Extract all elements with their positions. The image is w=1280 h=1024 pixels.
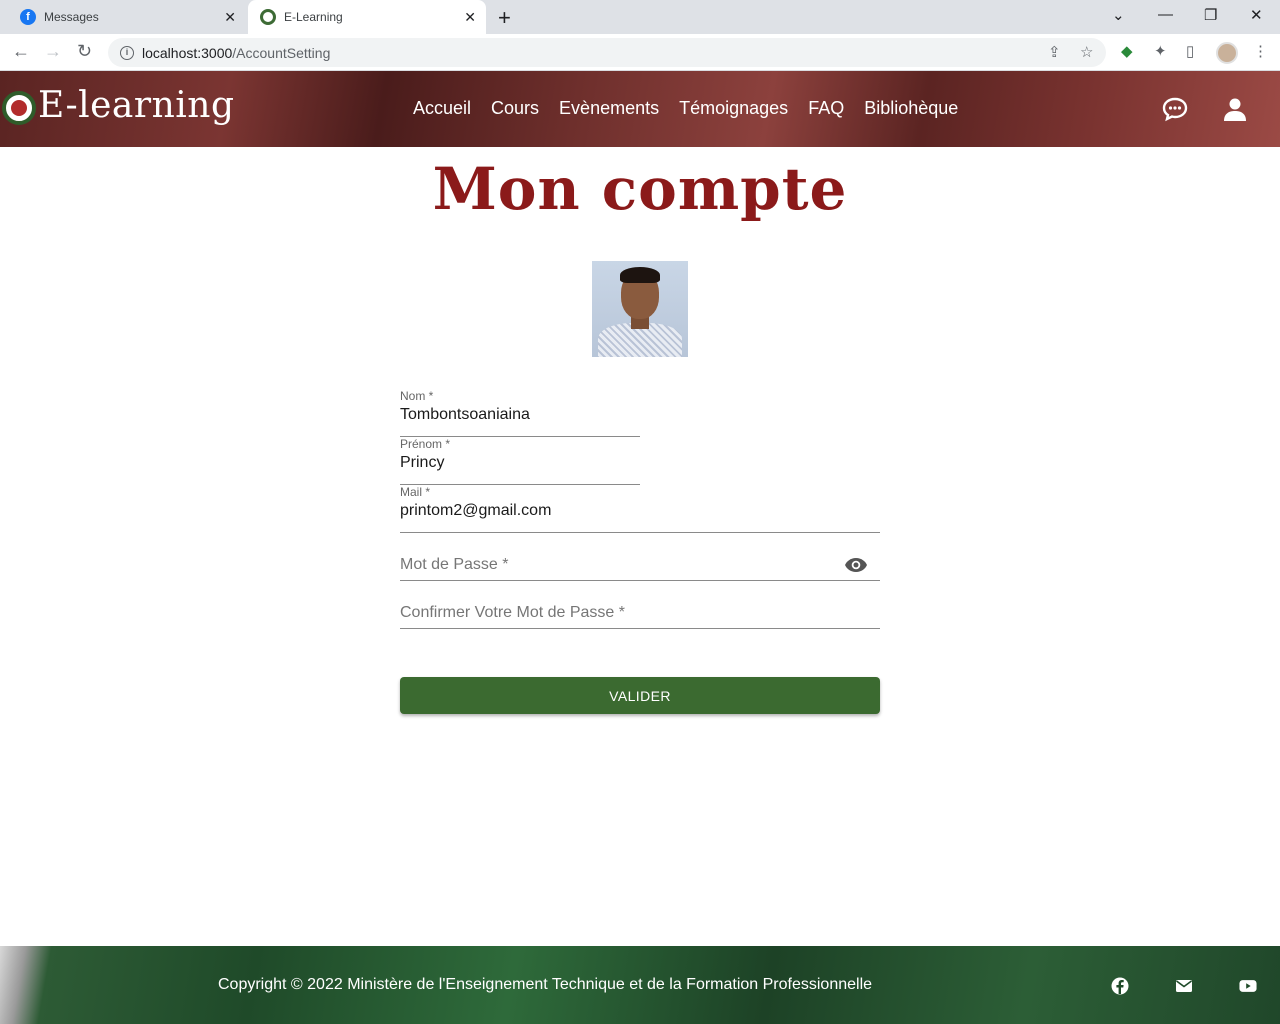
- close-icon[interactable]: ✕: [464, 9, 476, 26]
- nav-temoignages[interactable]: Témoignages: [679, 98, 788, 119]
- facebook-icon[interactable]: [1111, 977, 1129, 995]
- close-window-icon[interactable]: ✕: [1250, 6, 1263, 24]
- mail-value[interactable]: printom2@gmail.com: [400, 502, 880, 520]
- browser-tab-bar: f Messages ✕ E-Learning ✕ + ⌄ — ❐ ✕: [0, 0, 1280, 34]
- sidepanel-icon[interactable]: ▯: [1186, 42, 1194, 60]
- profile-avatar[interactable]: [1216, 42, 1238, 64]
- menu-icon[interactable]: ⋮: [1253, 42, 1268, 60]
- eye-icon[interactable]: [844, 557, 868, 573]
- star-icon[interactable]: ☆: [1080, 43, 1093, 61]
- browser-tab-elearning[interactable]: E-Learning ✕: [248, 0, 486, 34]
- restore-icon[interactable]: ❐: [1204, 6, 1217, 24]
- facebook-icon: f: [20, 9, 36, 25]
- info-icon[interactable]: i: [120, 45, 134, 60]
- nom-field[interactable]: Nom * Tombontsoaniaina: [400, 389, 640, 437]
- nav-accueil[interactable]: Accueil: [413, 98, 471, 119]
- nav-bibliotheque[interactable]: Bibliohèque: [864, 98, 958, 119]
- main-nav: Accueil Cours Evènements Témoignages FAQ…: [413, 98, 978, 119]
- prenom-label: Prénom *: [400, 437, 451, 451]
- prenom-value[interactable]: Princy: [400, 454, 640, 472]
- page-title: Mon compte: [432, 155, 848, 223]
- tab-title: E-Learning: [284, 10, 343, 24]
- logo-text[interactable]: E-learning: [38, 85, 235, 126]
- copyright-text: Copyright © 2022 Ministère de l'Enseigne…: [218, 976, 873, 993]
- mail-label: Mail *: [400, 485, 431, 499]
- close-icon[interactable]: ✕: [224, 9, 236, 26]
- nav-faq[interactable]: FAQ: [808, 98, 844, 119]
- profile-photo[interactable]: [592, 261, 688, 357]
- url-host: localhost:3000: [142, 44, 233, 61]
- logo-icon[interactable]: [2, 91, 36, 125]
- forward-icon[interactable]: →: [44, 41, 62, 62]
- back-icon[interactable]: ←: [12, 41, 30, 62]
- chevron-down-icon[interactable]: ⌄: [1112, 6, 1125, 24]
- new-tab-icon[interactable]: +: [498, 5, 511, 31]
- confirm-password-underline: [400, 628, 880, 629]
- chat-icon[interactable]: [1161, 95, 1189, 123]
- user-icon[interactable]: [1221, 95, 1249, 123]
- site-footer: Copyright © 2022 Ministère de l'Enseigne…: [0, 946, 1280, 1024]
- reload-icon[interactable]: ↻: [77, 41, 92, 62]
- nom-value[interactable]: Tombontsoaniaina: [400, 406, 640, 424]
- password-field[interactable]: Mot de Passe *: [400, 556, 509, 574]
- nav-evenements[interactable]: Evènements: [559, 98, 659, 119]
- url-path: /AccountSetting: [232, 44, 331, 61]
- site-header: E-learning Accueil Cours Evènements Témo…: [0, 71, 1280, 147]
- password-underline: [400, 580, 880, 581]
- browser-tab-messages[interactable]: f Messages ✕: [8, 0, 246, 34]
- browser-address-bar: ← → ↻ i localhost:3000/AccountSetting ⇪ …: [0, 34, 1280, 71]
- mail-icon[interactable]: [1175, 977, 1193, 995]
- tab-title: Messages: [44, 10, 99, 24]
- url-input[interactable]: i localhost:3000/AccountSetting ⇪ ☆: [108, 38, 1106, 67]
- mail-field[interactable]: Mail * printom2@gmail.com: [400, 485, 880, 533]
- confirm-password-field[interactable]: Confirmer Votre Mot de Passe *: [400, 604, 625, 622]
- elearning-logo-icon: [260, 9, 276, 25]
- submit-button[interactable]: VALIDER: [400, 677, 880, 714]
- prenom-field[interactable]: Prénom * Princy: [400, 437, 640, 485]
- nom-label: Nom *: [400, 389, 434, 403]
- puzzle-icon[interactable]: ✦: [1154, 42, 1167, 60]
- nav-cours[interactable]: Cours: [491, 98, 539, 119]
- extension-icon[interactable]: ◆: [1121, 42, 1133, 60]
- youtube-icon[interactable]: [1239, 977, 1257, 995]
- share-icon[interactable]: ⇪: [1048, 43, 1061, 61]
- minimize-icon[interactable]: —: [1158, 6, 1173, 23]
